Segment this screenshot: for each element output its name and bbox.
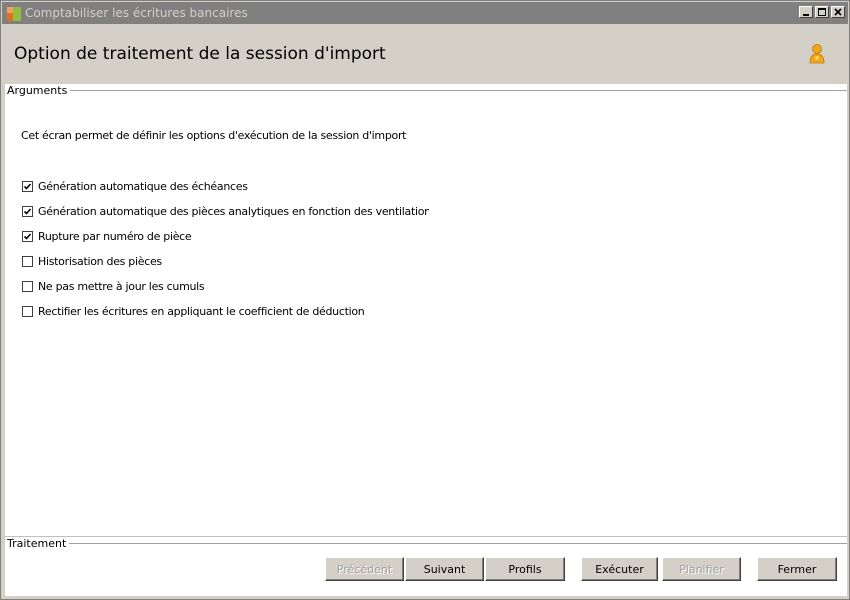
page-title: Option de traitement de la session d'imp… <box>14 44 386 64</box>
header: Option de traitement de la session d'imp… <box>2 24 848 84</box>
option-label: Génération automatique des échéances <box>38 179 248 193</box>
option-ne-pas-mettre-a-jour-cumuls[interactable]: Ne pas mettre à jour les cumuls <box>22 279 205 293</box>
option-historisation-pieces[interactable]: Historisation des pièces <box>22 254 162 268</box>
arguments-description: Cet écran permet de définir les options … <box>21 129 407 142</box>
app-icon <box>7 7 21 21</box>
close-button[interactable] <box>831 6 845 18</box>
precedent-button[interactable]: Précédent <box>325 557 404 581</box>
option-label: Rectifier les écritures en appliquant le… <box>38 304 365 318</box>
option-generation-echeances[interactable]: Génération automatique des échéances <box>22 179 248 193</box>
minimize-icon <box>803 14 809 16</box>
arguments-divider <box>61 90 847 91</box>
window-controls <box>799 6 845 20</box>
content-panel: Arguments Cet écran permet de définir le… <box>5 84 847 596</box>
option-generation-pieces-analytiques[interactable]: Génération automatique des pièces analyt… <box>22 204 429 218</box>
checkmark-icon <box>23 207 32 215</box>
title-bar[interactable]: Comptabiliser les écritures bancaires <box>2 2 848 24</box>
close-icon <box>834 8 842 16</box>
option-label: Rupture par numéro de pièce <box>38 229 192 243</box>
user-icon[interactable] <box>808 43 826 65</box>
suivant-button[interactable]: Suivant <box>405 557 484 581</box>
option-rupture-numero-piece[interactable]: Rupture par numéro de pièce <box>22 229 192 243</box>
window-title: Comptabiliser les écritures bancaires <box>25 6 248 20</box>
traitement-legend: Traitement <box>7 537 70 550</box>
executer-button[interactable]: Exécuter <box>581 557 658 581</box>
fermer-button[interactable]: Fermer <box>757 557 837 581</box>
checkbox-rectifier-ecritures[interactable] <box>22 305 33 317</box>
traitement-legend-line <box>61 543 847 544</box>
arguments-legend: Arguments <box>7 84 71 97</box>
option-rectifier-ecritures[interactable]: Rectifier les écritures en appliquant le… <box>22 304 365 318</box>
traitement-divider <box>5 536 847 537</box>
planifier-button[interactable]: Planifier <box>662 557 741 581</box>
option-label: Génération automatique des pièces analyt… <box>38 204 429 218</box>
option-label: Ne pas mettre à jour les cumuls <box>38 279 205 293</box>
checkmark-icon <box>23 232 32 240</box>
profils-button[interactable]: Profils <box>485 557 565 581</box>
checkbox-generation-pieces-analytiques[interactable] <box>22 205 33 217</box>
checkmark-icon <box>23 182 32 190</box>
checkbox-ne-pas-mettre-a-jour-cumuls[interactable] <box>22 280 33 292</box>
maximize-icon <box>818 8 826 16</box>
checkbox-rupture-numero-piece[interactable] <box>22 230 33 242</box>
maximize-button[interactable] <box>815 6 829 18</box>
option-label: Historisation des pièces <box>38 254 162 268</box>
checkbox-historisation-pieces[interactable] <box>22 255 33 267</box>
main-window: Comptabiliser les écritures bancaires Op… <box>0 0 850 600</box>
minimize-button[interactable] <box>799 6 813 18</box>
checkbox-generation-echeances[interactable] <box>22 180 33 192</box>
